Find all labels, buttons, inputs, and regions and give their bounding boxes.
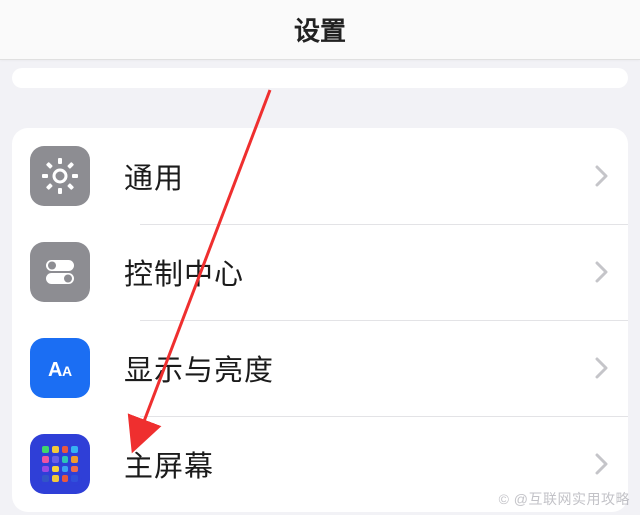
profile-card-partial [12, 68, 628, 88]
svg-text:A: A [48, 359, 62, 381]
chevron-right-icon [592, 165, 628, 187]
home-screen-icon [30, 434, 90, 494]
row-label: 显示与亮度 [90, 347, 592, 389]
chevron-right-icon [592, 357, 628, 379]
toggles-icon [30, 242, 90, 302]
chevron-right-icon [592, 453, 628, 475]
gear-icon [30, 146, 90, 206]
row-label: 主屏幕 [90, 443, 592, 485]
row-label: 通用 [90, 155, 592, 197]
row-display-brightness[interactable]: A A 显示与亮度 [12, 320, 628, 416]
chevron-right-icon [592, 261, 628, 283]
header: 设置 [0, 0, 640, 60]
row-general[interactable]: 通用 [12, 128, 628, 224]
row-control-center[interactable]: 控制中心 [12, 224, 628, 320]
settings-group: 通用 控制中心 A A 显示与亮度 [12, 128, 628, 512]
page-title: 设置 [294, 11, 346, 48]
row-label: 控制中心 [90, 251, 592, 293]
watermark: © @互联网实用攻略 [499, 489, 630, 509]
text-size-icon: A A [30, 338, 90, 398]
svg-text:A: A [62, 363, 72, 379]
